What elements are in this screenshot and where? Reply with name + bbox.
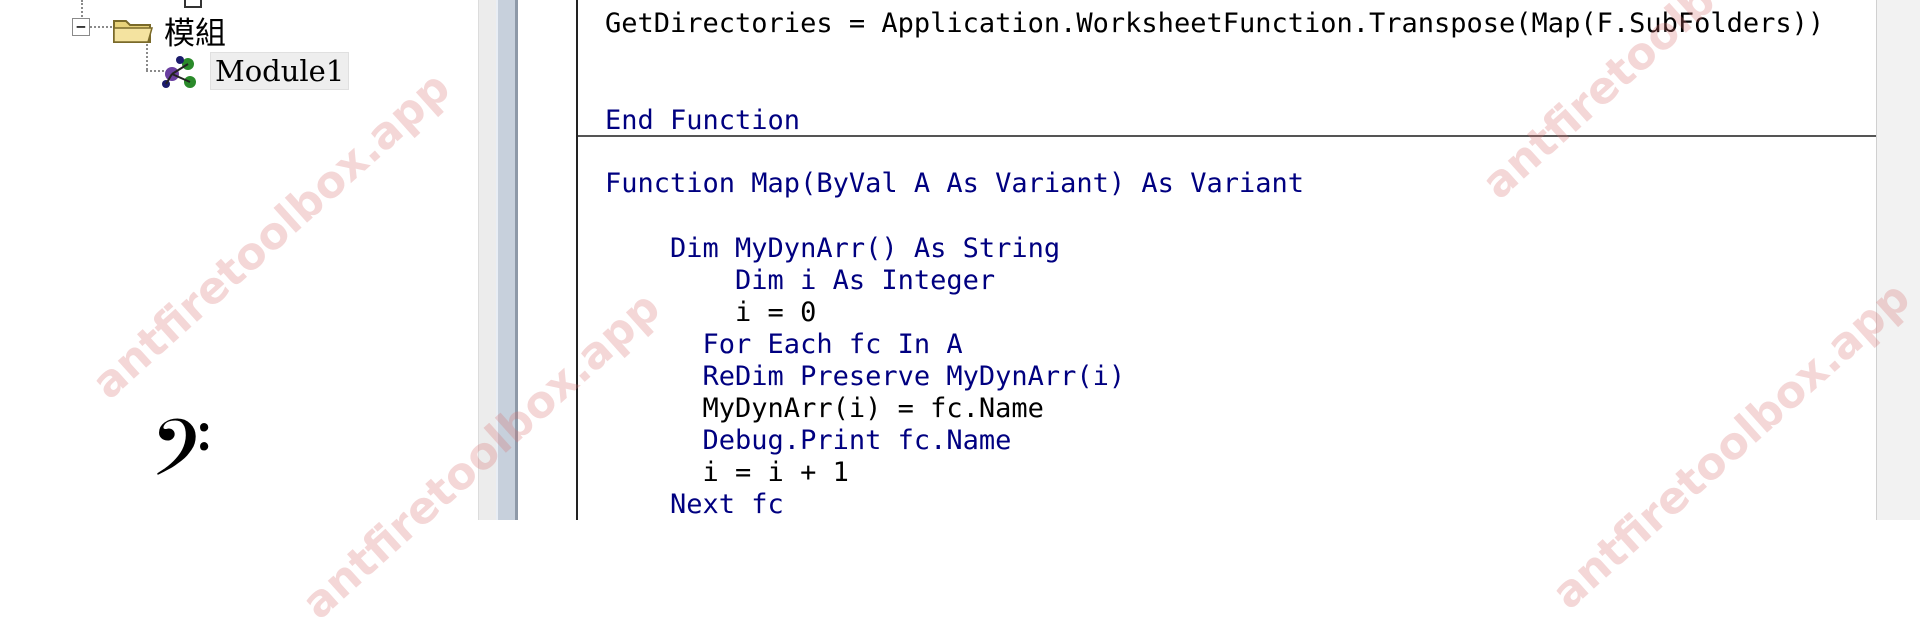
- tree-node-module1-label: Module1: [210, 52, 350, 90]
- code-line[interactable]: Next fc: [605, 489, 784, 521]
- module-icon: [158, 52, 204, 92]
- code-line[interactable]: Function Map(ByVal A As Variant) As Vari…: [605, 168, 1304, 200]
- pane-splitter[interactable]: [496, 0, 518, 520]
- bass-clef-icon: 𝄢: [150, 402, 212, 514]
- folder-icon: [112, 14, 154, 44]
- tree-node-partial-icon: [184, 0, 202, 8]
- code-line[interactable]: i = i + 1: [605, 457, 849, 489]
- code-line[interactable]: ReDim Preserve MyDynArr(i): [605, 361, 1126, 393]
- project-explorer-tree: − 模組 Module1 𝄢: [0, 0, 478, 520]
- code-line[interactable]: Debug.Print fc.Name: [605, 425, 1012, 457]
- collapse-toggle[interactable]: −: [72, 18, 90, 36]
- code-vertical-scrollbar[interactable]: [1876, 0, 1920, 520]
- tree-vertical-scrollbar[interactable]: [478, 0, 497, 520]
- code-line[interactable]: End Function: [605, 105, 800, 137]
- tree-connector-line: [90, 26, 112, 28]
- procedure-separator: [578, 135, 1878, 137]
- code-window[interactable]: GetDirectories = Application.WorksheetFu…: [576, 0, 1878, 520]
- tree-connector-line: [146, 40, 148, 70]
- code-line[interactable]: Dim i As Integer: [605, 265, 995, 297]
- code-line[interactable]: i = 0: [605, 297, 816, 329]
- code-line[interactable]: Dim MyDynArr() As String: [605, 233, 1060, 265]
- tree-node-modules-label: 模組: [164, 16, 226, 52]
- code-line[interactable]: GetDirectories = Application.WorksheetFu…: [605, 8, 1824, 40]
- code-line[interactable]: MyDynArr(i) = fc.Name: [605, 393, 1044, 425]
- code-line[interactable]: For Each fc In A: [605, 329, 963, 361]
